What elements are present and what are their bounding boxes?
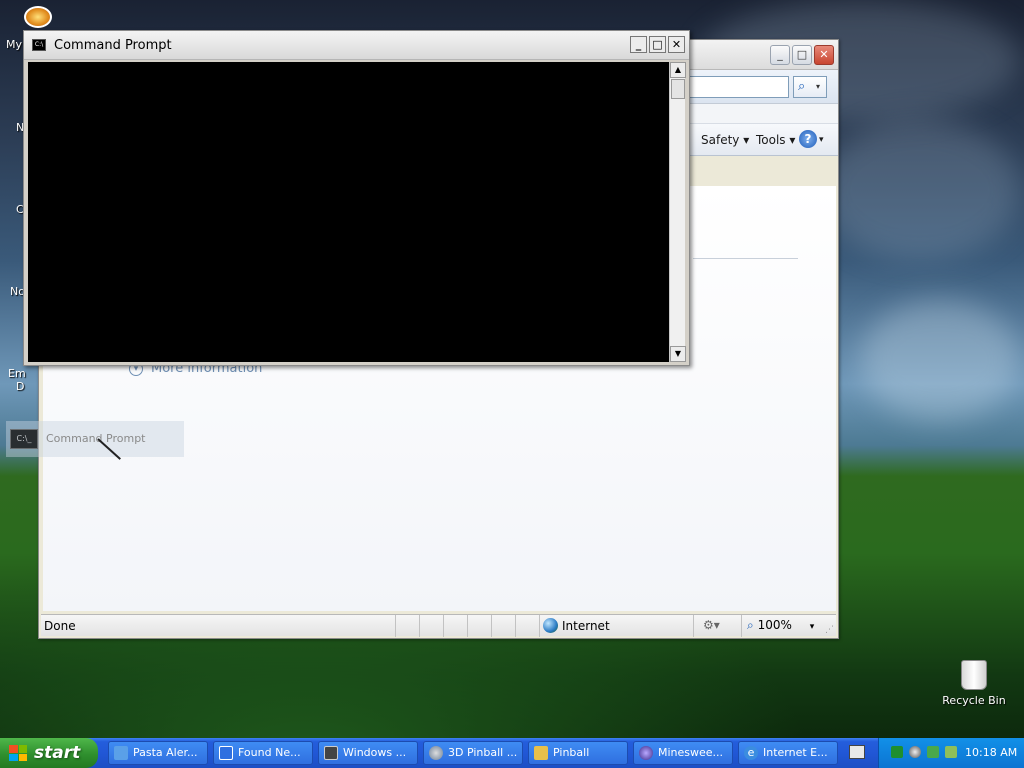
desktop-icon-label-my[interactable]: My <box>6 38 22 51</box>
windows-flag-icon <box>9 745 27 761</box>
content-divider <box>693 258 798 259</box>
tray-icon-network[interactable] <box>927 746 939 758</box>
task-icon <box>219 746 233 760</box>
tray-icon-media[interactable] <box>909 746 921 758</box>
ie-search-input[interactable] <box>689 76 789 98</box>
protected-mode-icon[interactable]: ⚙▾ <box>703 618 720 632</box>
magnifier-icon: ⌕ <box>747 618 754 632</box>
ie-search-button[interactable]: ⌕ ▾ <box>793 76 827 98</box>
task-label: 3D Pinball ... <box>448 746 518 759</box>
task-label: Pasta Aler... <box>133 746 198 759</box>
desktop-icon-label-em[interactable]: Em <box>8 367 26 380</box>
status-text: Done <box>44 619 76 633</box>
task-label: Internet E... <box>763 746 828 759</box>
cmd-window-icon[interactable]: C:\ <box>32 39 46 51</box>
task-label: Mineswee... <box>658 746 724 759</box>
tray-icon-green[interactable] <box>891 746 903 758</box>
cmd-titlebar[interactable]: C:\ Command Prompt _ □ ✕ <box>24 31 689 60</box>
recycle-bin[interactable]: Recycle Bin <box>934 660 1014 707</box>
tray-icon-safely-remove[interactable] <box>945 746 957 758</box>
keyboard-icon[interactable] <box>849 745 865 759</box>
help-icon[interactable]: ? <box>799 130 817 148</box>
safety-menu-button[interactable]: Safety ▾ <box>701 133 749 147</box>
task-icon <box>114 746 128 760</box>
recycle-bin-label: Recycle Bin <box>942 694 1006 707</box>
task-icon <box>324 746 338 760</box>
folder-icon <box>534 746 548 760</box>
mine-icon <box>639 746 653 760</box>
taskbar-button-pasta-alert[interactable]: Pasta Aler... <box>108 741 208 765</box>
internet-explorer-icon: e <box>744 746 758 760</box>
zoom-control[interactable]: ⌕ 100% ▾ <box>747 618 814 633</box>
system-tray: 10:18 AM <box>878 738 1024 768</box>
cmd-close-button[interactable]: ✕ <box>668 36 685 53</box>
console-scrollbar[interactable]: ▲ ▼ <box>669 62 686 362</box>
start-label: start <box>34 743 81 763</box>
task-label: Found Ne... <box>238 746 301 759</box>
scroll-down-arrow-icon[interactable]: ▼ <box>670 346 686 362</box>
scroll-thumb[interactable] <box>671 79 685 99</box>
security-zone[interactable]: Internet <box>543 618 610 633</box>
taskbar-button-3d-pinball[interactable]: 3D Pinball ... <box>423 741 523 765</box>
ie-maximize-button[interactable]: □ <box>792 45 812 65</box>
zone-label: Internet <box>562 618 610 633</box>
dragged-shortcut-label: Command Prompt <box>46 432 146 445</box>
resize-grip-icon[interactable]: ⋰ <box>825 625 834 635</box>
console-area[interactable] <box>28 62 669 362</box>
cmd-maximize-button[interactable]: □ <box>649 36 666 53</box>
scroll-up-arrow-icon[interactable]: ▲ <box>670 62 686 78</box>
taskbar-button-found-new[interactable]: Found Ne... <box>213 741 313 765</box>
task-label: Windows ... <box>343 746 407 759</box>
command-prompt-window[interactable]: C:\ Command Prompt _ □ ✕ ▲ ▼ <box>23 30 690 366</box>
search-icon: ⌕ <box>798 79 806 94</box>
taskbar-button-pinball-folder[interactable]: Pinball <box>528 741 628 765</box>
task-icon <box>429 746 443 760</box>
command-prompt-icon: C:\_ <box>10 429 38 449</box>
zoom-dropdown-arrow[interactable]: ▾ <box>810 622 815 632</box>
start-button[interactable]: start <box>0 738 98 768</box>
zoom-level: 100% <box>757 618 792 632</box>
ie-minimize-button[interactable]: _ <box>770 45 790 65</box>
ie-status-bar: Done Internet ⚙▾ ⌕ 100% ▾ ⋰ <box>41 614 836 637</box>
my-documents-icon[interactable] <box>24 6 52 28</box>
globe-icon <box>543 618 558 633</box>
taskbar: start Pasta Aler... Found Ne... Windows … <box>0 738 1024 768</box>
recycle-bin-icon <box>961 660 987 690</box>
taskbar-button-minesweeper[interactable]: Mineswee... <box>633 741 733 765</box>
taskbar-button-internet-explorer[interactable]: e Internet E... <box>738 741 838 765</box>
ie-close-button[interactable]: ✕ <box>814 45 834 65</box>
dragged-shortcut-ghost[interactable]: C:\_ Command Prompt <box>6 421 184 457</box>
tools-menu-button[interactable]: Tools ▾ <box>756 133 795 147</box>
task-label: Pinball <box>553 746 590 759</box>
chevron-down-icon: ▾ <box>816 82 821 91</box>
clock[interactable]: 10:18 AM <box>965 746 1017 759</box>
taskbar-button-windows[interactable]: Windows ... <box>318 741 418 765</box>
cmd-minimize-button[interactable]: _ <box>630 36 647 53</box>
cmd-window-title: Command Prompt <box>54 38 172 53</box>
help-dropdown-arrow[interactable]: ▾ <box>819 135 824 145</box>
desktop-icon-label-d[interactable]: D <box>16 380 24 393</box>
